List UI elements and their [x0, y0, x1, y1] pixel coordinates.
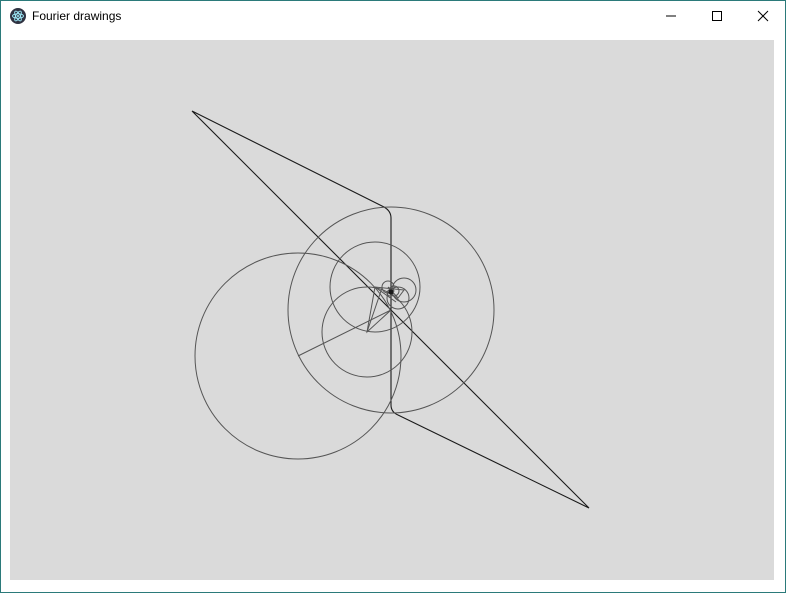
- minimize-icon: [666, 15, 676, 17]
- app-window: Fourier drawings: [0, 0, 786, 593]
- drawing-canvas[interactable]: [10, 40, 774, 580]
- close-button[interactable]: [740, 1, 785, 31]
- epicycle-arms: [297, 286, 405, 357]
- pen-point: [388, 289, 394, 295]
- close-icon: [757, 10, 769, 22]
- maximize-icon: [712, 11, 722, 21]
- minimize-button[interactable]: [648, 1, 694, 31]
- electron-atom-icon: [10, 8, 26, 24]
- epicycle-arm: [297, 286, 405, 357]
- title-bar[interactable]: Fourier drawings: [1, 1, 785, 31]
- fourier-drawing: [191, 110, 590, 509]
- maximize-button[interactable]: [694, 1, 740, 31]
- window-title: Fourier drawings: [32, 9, 122, 23]
